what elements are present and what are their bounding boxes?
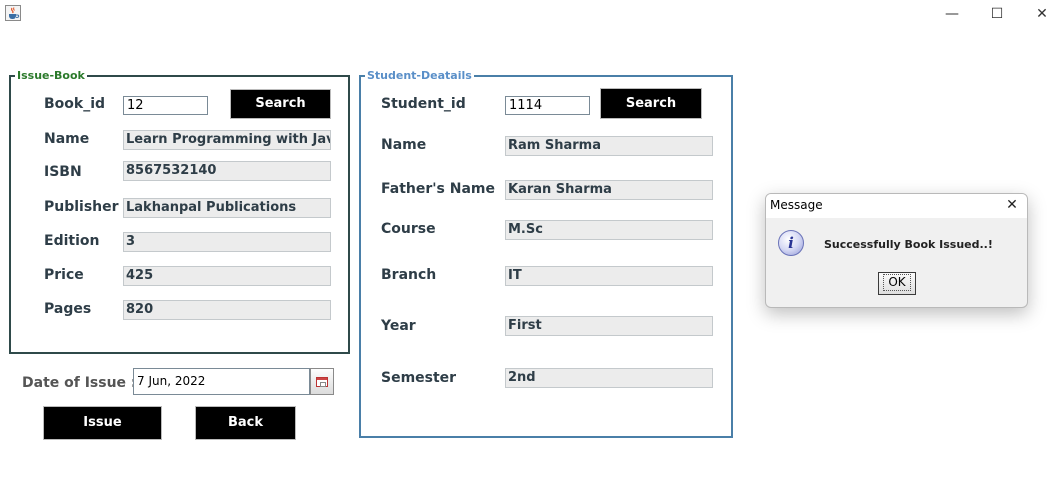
dialog-title: Message xyxy=(770,198,823,212)
ok-button[interactable]: OK xyxy=(878,272,916,295)
issue-book-legend: Issue-Book xyxy=(15,69,87,83)
semester-field: 2nd xyxy=(505,368,713,388)
year-label: Year xyxy=(381,318,416,334)
isbn-label: ISBN xyxy=(44,164,82,180)
dialog-titlebar[interactable]: Message ✕ xyxy=(766,194,1027,218)
dialog-message: Successfully Book Issued..! xyxy=(824,238,993,251)
student-id-input[interactable] xyxy=(505,96,590,115)
student-name-label: Name xyxy=(381,137,427,153)
fathers-name-label: Father's Name xyxy=(381,181,495,197)
edition-field: 3 xyxy=(123,232,331,252)
student-search-button[interactable]: Search xyxy=(600,88,702,119)
branch-field: IT xyxy=(505,266,713,286)
calendar-icon xyxy=(316,377,328,387)
student-name-field: Ram Sharma xyxy=(505,136,713,156)
price-field: 425 xyxy=(123,266,331,286)
date-of-issue-input[interactable]: 7 Jun, 2022 xyxy=(133,368,310,395)
dialog-close-button[interactable]: ✕ xyxy=(1003,196,1021,214)
publisher-label: Publisher xyxy=(44,199,119,215)
book-name-label: Name xyxy=(44,131,90,147)
student-details-legend: Student-Deatails xyxy=(365,69,474,83)
date-picker-button[interactable] xyxy=(310,368,334,395)
book-id-input[interactable] xyxy=(123,96,208,115)
book-id-label: Book_id xyxy=(44,96,106,112)
date-of-issue-label: Date of Issue : xyxy=(22,375,137,391)
ok-button-label: OK xyxy=(883,274,911,291)
edition-label: Edition xyxy=(44,233,100,249)
book-name-field: Learn Programming with Java xyxy=(123,130,331,150)
maximize-button[interactable]: ☐ xyxy=(987,4,1007,24)
isbn-field: 8567532140 xyxy=(123,161,331,181)
semester-label: Semester xyxy=(381,370,457,386)
issue-button[interactable]: Issue xyxy=(43,406,162,440)
fathers-name-field: Karan Sharma xyxy=(505,180,713,200)
pages-field: 820 xyxy=(123,300,331,320)
minimize-button[interactable]: — xyxy=(942,4,962,24)
message-dialog: Message ✕ i Successfully Book Issued..! … xyxy=(765,193,1028,308)
price-label: Price xyxy=(44,267,84,283)
book-search-button[interactable]: Search xyxy=(230,89,331,119)
pages-label: Pages xyxy=(44,301,92,317)
year-field: First xyxy=(505,316,713,336)
close-window-button[interactable]: ✕ xyxy=(1032,4,1052,24)
student-id-label: Student_id xyxy=(381,96,466,112)
back-button[interactable]: Back xyxy=(195,406,296,440)
java-cup-icon xyxy=(5,5,21,21)
publisher-field: Lakhanpal Publications xyxy=(123,198,331,218)
branch-label: Branch xyxy=(381,267,437,283)
course-field: M.Sc xyxy=(505,220,713,240)
info-icon: i xyxy=(778,230,804,256)
course-label: Course xyxy=(381,221,436,237)
